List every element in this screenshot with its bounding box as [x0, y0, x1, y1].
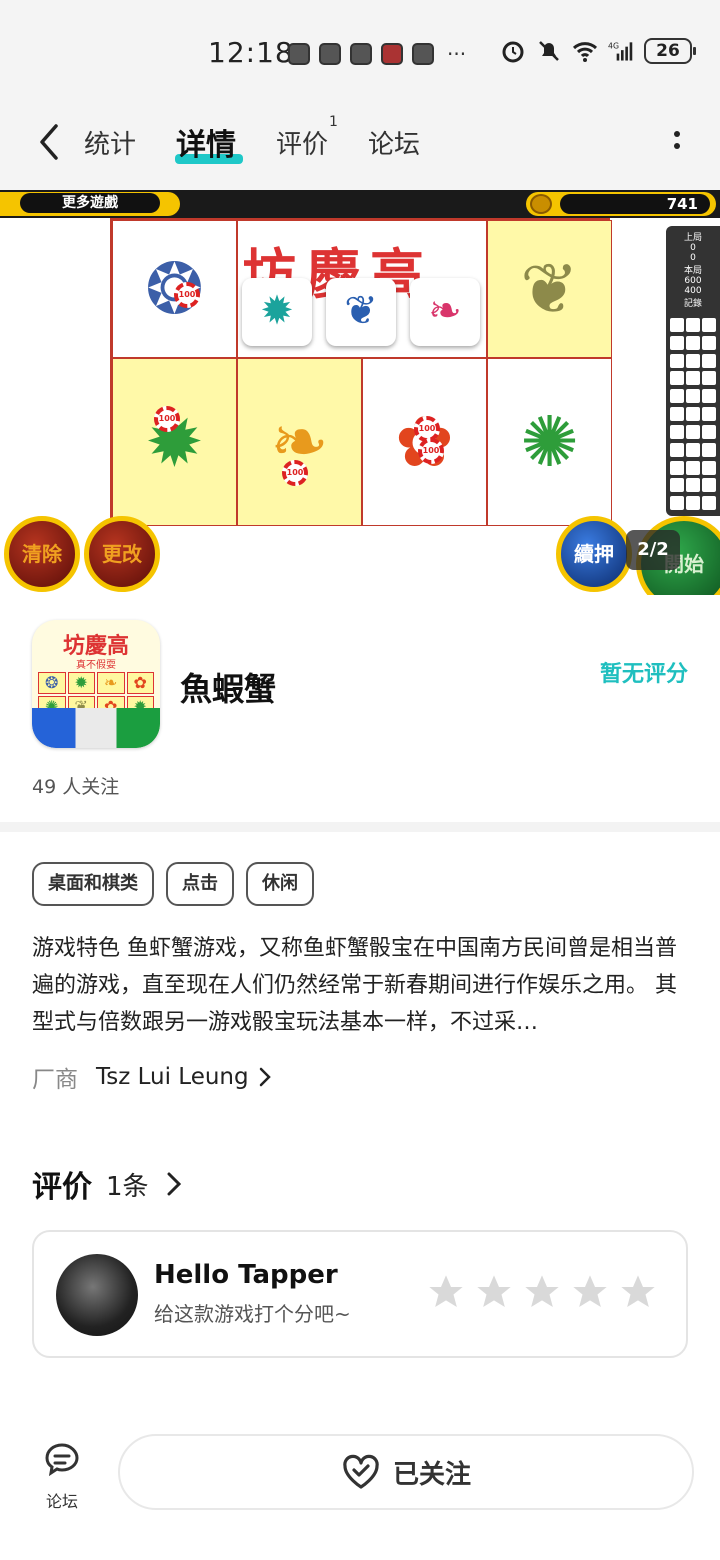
- side-label: 本局: [683, 266, 702, 276]
- follow-button-label: 已关注: [392, 1459, 471, 1490]
- system-icons: 4G 26: [500, 38, 696, 64]
- svg-text:4G: 4G: [608, 41, 619, 50]
- side-label: 上局: [683, 233, 702, 243]
- star-icon[interactable]: [570, 1272, 610, 1312]
- alarm-icon: [502, 41, 524, 63]
- vendor-row[interactable]: 厂商 Tsz Lui Leung: [32, 1060, 271, 1094]
- gourd-symbol-icon: ❦: [520, 248, 579, 330]
- bet-chip-icon: 100: [418, 438, 444, 464]
- board-cell-crab: ✹: [112, 358, 237, 526]
- tag-list: 桌面和棋类 点击 休闲: [32, 862, 314, 906]
- mute-icon: [539, 41, 559, 61]
- side-label: 記錄: [683, 299, 702, 309]
- side-value: 0: [690, 243, 696, 253]
- wifi-icon: [572, 42, 598, 62]
- screenshot-carousel[interactable]: 更多遊戲 741 ❂ ❦ ✹ ❧ ✿ ✺ 坊慶高 ✹ ❦ ❧ 100 100: [0, 190, 720, 595]
- star-icon[interactable]: [426, 1272, 466, 1312]
- game-board: ❂ ❦ ✹ ❧ ✿ ✺ 坊慶高 ✹ ❦ ❧ 100 100 100 100 10…: [110, 218, 612, 526]
- record-side-panel: 上局 0 0 本局 600 400 記錄: [666, 226, 720, 516]
- shrimp-symbol-icon: ✺: [520, 401, 579, 483]
- app-icon-subtitle: 真不假耍: [76, 660, 116, 671]
- change-button: 更改: [84, 516, 160, 592]
- follow-button[interactable]: 已关注: [118, 1434, 694, 1510]
- chat-bubble-icon: [45, 1443, 79, 1477]
- followers-count: 49 人关注: [32, 776, 120, 798]
- coin-icon: [530, 194, 552, 214]
- battery-indicator: 26: [644, 38, 696, 64]
- status-time: 12:18: [208, 36, 294, 69]
- more-options-icon[interactable]: [672, 128, 682, 158]
- reviews-count: 1条: [106, 1171, 149, 1202]
- forum-nav-label: 论坛: [45, 1492, 78, 1511]
- more-games-label: 更多遊戲: [20, 193, 160, 213]
- forum-nav-button[interactable]: 论坛: [36, 1440, 88, 1512]
- more-notifications-icon: ···: [447, 42, 467, 66]
- side-value: 600: [684, 276, 702, 286]
- more-games-badge: 更多遊戲: [0, 192, 180, 216]
- rebet-button: 續押: [556, 516, 632, 592]
- die-fish-icon: ❧: [410, 278, 480, 346]
- die-crab-icon: ✹: [242, 278, 312, 346]
- tab-reviews[interactable]: 评价: [276, 124, 328, 161]
- bet-chip-icon: 100: [154, 406, 180, 432]
- game-description[interactable]: 游戏特色 鱼虾蟹游戏，又称鱼虾蟹骰宝在中国南方民间曾是相当普遍的游戏，直至现在人…: [32, 930, 692, 1041]
- user-name: Hello Tapper: [154, 1260, 338, 1290]
- record-grid: [670, 318, 716, 512]
- star-icon[interactable]: [522, 1272, 562, 1312]
- tab-forum[interactable]: 论坛: [368, 124, 420, 161]
- dice-row: ✹ ❦ ❧: [242, 278, 480, 346]
- back-arrow-icon[interactable]: [34, 122, 64, 162]
- star-rating-input[interactable]: [426, 1272, 658, 1312]
- star-icon[interactable]: [618, 1272, 658, 1312]
- tag-board-games[interactable]: 桌面和棋类: [32, 862, 154, 906]
- notification-icon: [412, 43, 434, 65]
- clear-button: 清除: [4, 516, 80, 592]
- star-icon[interactable]: [474, 1272, 514, 1312]
- tab-header: 统计 详情 评价 1 论坛: [0, 108, 720, 190]
- rating-status: 暂无评分: [599, 662, 688, 687]
- app-icon-chips: [32, 708, 160, 748]
- review-count-badge: 1: [329, 114, 338, 130]
- side-value: 400: [684, 286, 702, 296]
- reviews-title: 评价: [32, 1170, 92, 1205]
- tag-tap[interactable]: 点击: [166, 862, 234, 906]
- coin-counter: 741: [526, 192, 716, 216]
- tab-details[interactable]: 详情: [176, 120, 236, 164]
- bet-chip-icon: 100: [282, 460, 308, 486]
- chevron-right-icon: [167, 1172, 181, 1196]
- rate-game-card: Hello Tapper 给这款游戏打个分吧~: [32, 1230, 688, 1358]
- notification-icon: [350, 43, 372, 65]
- coin-value: 741: [560, 194, 710, 214]
- notification-icon: [288, 43, 310, 65]
- reviews-header[interactable]: 评价 1条: [32, 1162, 181, 1206]
- app-name: 魚蝦蟹: [180, 670, 277, 708]
- tag-casual[interactable]: 休闲: [246, 862, 314, 906]
- notification-icons: ···: [288, 42, 466, 66]
- section-divider: [0, 822, 720, 832]
- vendor-label: 厂商: [32, 1067, 78, 1093]
- bet-chip-icon: 100: [174, 282, 200, 308]
- status-bar: 12:18 ··· 4G 26: [0, 0, 720, 108]
- notification-icon: [319, 43, 341, 65]
- avatar: [56, 1254, 138, 1336]
- die-gourd-icon: ❦: [326, 278, 396, 346]
- chevron-right-icon: [259, 1067, 271, 1087]
- vendor-name: Tsz Lui Leung: [96, 1064, 249, 1090]
- page-indicator: 2/2: [626, 530, 680, 570]
- app-icon[interactable]: 坊慶高 真不假耍 ❂ ✹ ❧ ✿ ✺ ❦ ✿ ✹: [32, 620, 160, 748]
- heart-check-icon: [343, 1454, 379, 1489]
- board-cell-fish: ❧: [237, 358, 362, 526]
- rate-hint: 给这款游戏打个分吧~: [154, 1302, 351, 1326]
- board-cell-shrimp: ✺: [487, 358, 612, 526]
- signal-4g-icon: 4G: [608, 41, 633, 61]
- board-cell-gourd: ❦: [487, 220, 612, 358]
- side-value: 0: [690, 253, 696, 263]
- notification-icon: [381, 43, 403, 65]
- tab-stats[interactable]: 统计: [84, 124, 136, 161]
